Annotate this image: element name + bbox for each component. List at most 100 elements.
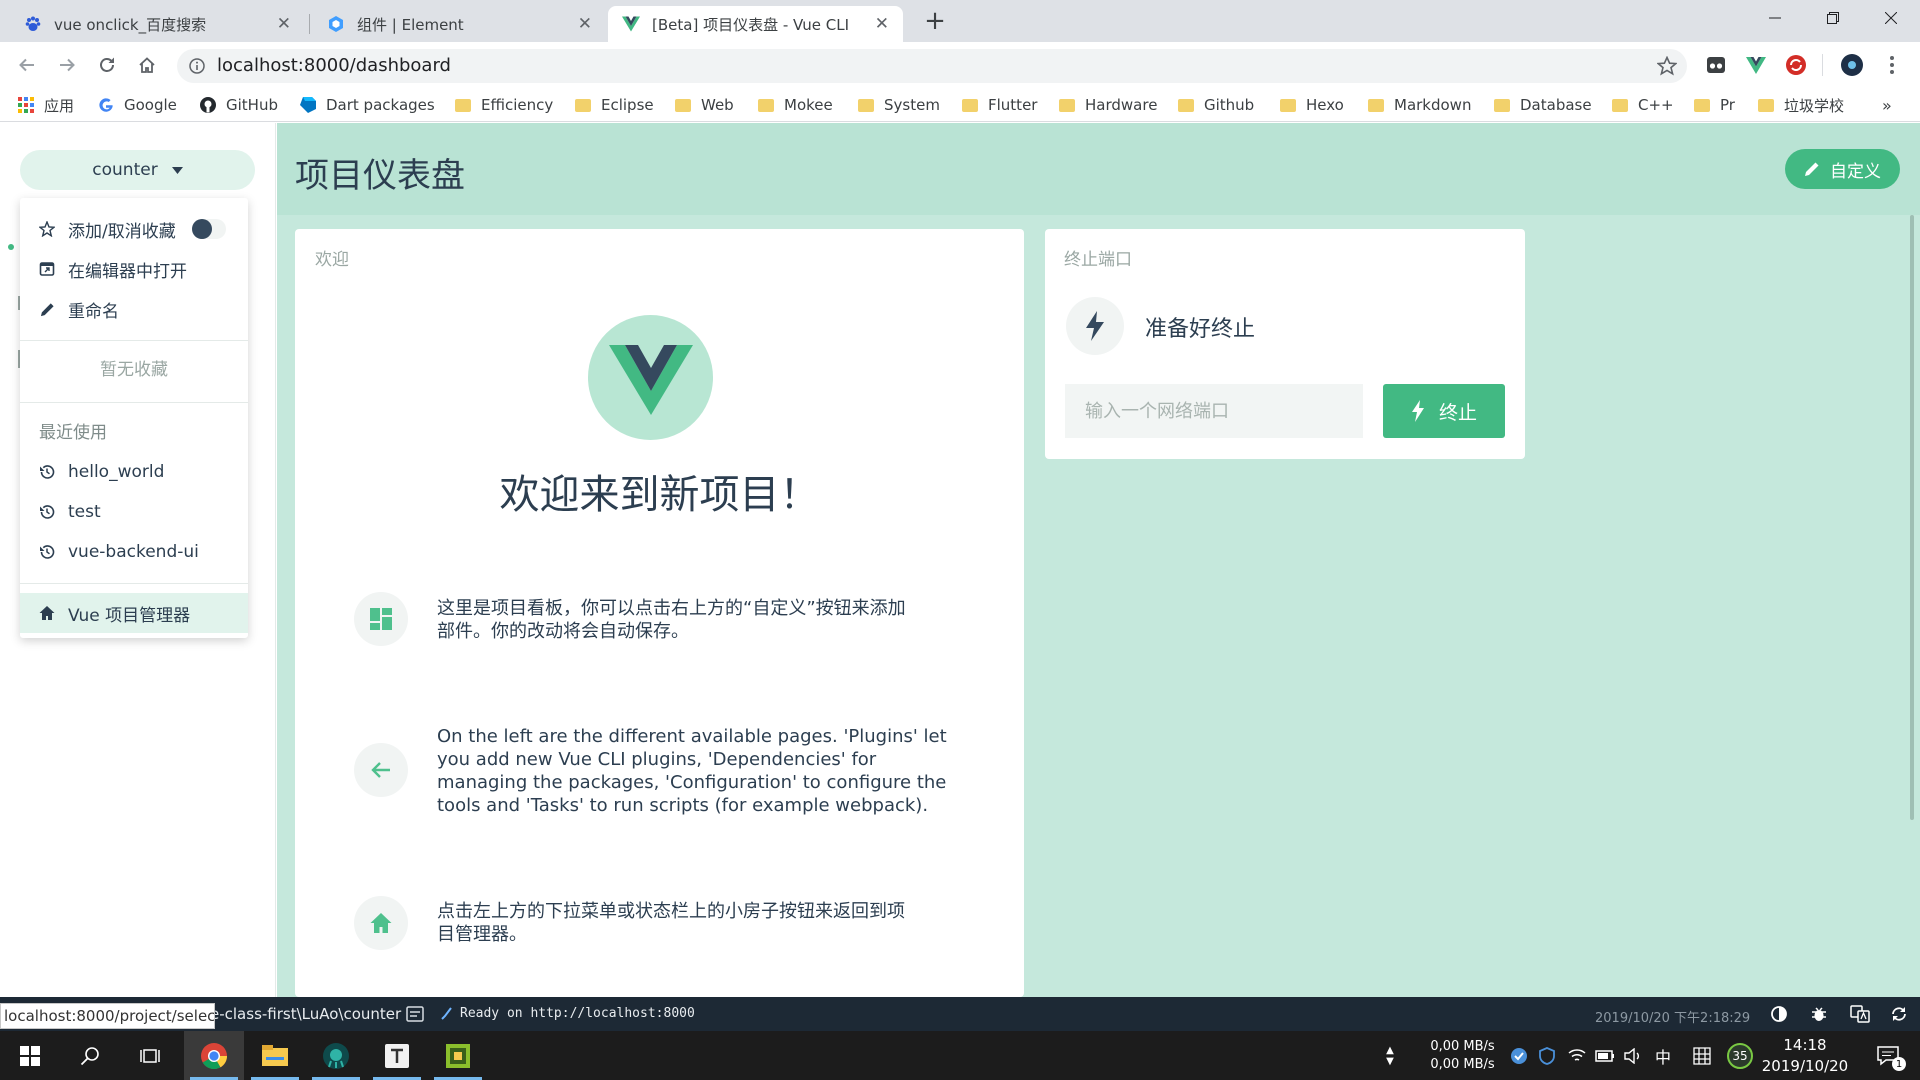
reload-icon[interactable] <box>94 52 120 78</box>
window-close-icon[interactable] <box>1868 6 1914 30</box>
search-icon[interactable] <box>60 1031 120 1080</box>
favorite-toggle[interactable] <box>192 219 226 239</box>
keyboard-grid-icon[interactable] <box>1690 1031 1714 1080</box>
vscode-folder-icon[interactable] <box>428 1031 488 1080</box>
ime-indicator[interactable]: 中 <box>1650 1031 1676 1080</box>
bookmark-folder-cpp[interactable]: C++ <box>1612 88 1674 122</box>
system-clock[interactable]: 14:18 2019/10/20 <box>1760 1031 1850 1080</box>
close-icon[interactable]: ✕ <box>875 14 889 34</box>
folder-icon <box>675 97 691 113</box>
bookmark-folder-efficiency[interactable]: Efficiency <box>455 88 553 122</box>
windows-start-icon[interactable] <box>0 1031 60 1080</box>
home-icon <box>38 604 56 622</box>
bookmarks-overflow-button[interactable]: » <box>1882 88 1892 122</box>
incognito-extension-icon[interactable] <box>1704 53 1728 77</box>
tip-navigation: On the left are the different available … <box>437 725 947 817</box>
menu-rename[interactable]: 重命名 <box>20 289 248 329</box>
refresh-icon[interactable] <box>1890 1005 1908 1023</box>
project-path[interactable]: e-class-first\LuAo\counter <box>210 1005 401 1023</box>
notification-center-icon[interactable]: 1 <box>1868 1031 1908 1080</box>
browser-tab-element[interactable]: 组件 | Element ✕ <box>313 6 606 42</box>
tip-line: On the left are the different available … <box>437 726 947 747</box>
browser-tab-vue-cli[interactable]: [Beta] 项目仪表盘 - Vue CLI ✕ <box>608 6 903 42</box>
translate-icon[interactable] <box>1850 1005 1870 1023</box>
dark-mode-icon[interactable] <box>1770 1005 1788 1023</box>
back-icon[interactable] <box>14 52 40 78</box>
browser-tab-baidu[interactable]: vue onclick_百度搜索 ✕ <box>10 6 305 42</box>
kill-status-text: 准备好终止 <box>1145 317 1256 342</box>
typora-icon[interactable] <box>367 1031 427 1080</box>
gitkraken-icon[interactable] <box>306 1031 366 1080</box>
bookmark-dart-packages[interactable]: Dart packages <box>300 88 435 122</box>
lastpass-extension-icon[interactable] <box>1784 53 1808 77</box>
bookmark-apps[interactable]: 应用 <box>18 88 74 122</box>
bookmark-star-icon[interactable] <box>1657 56 1677 76</box>
vue-tray-icon[interactable] <box>1506 1031 1532 1080</box>
bookmark-label: Google <box>124 96 177 114</box>
chrome-taskbar-icon[interactable] <box>184 1031 244 1080</box>
bookmark-folder-flutter[interactable]: Flutter <box>962 88 1037 122</box>
recent-section-label: 最近使用 <box>39 423 107 443</box>
project-select-dropdown[interactable]: counter <box>20 150 255 190</box>
bookmark-folder-school[interactable]: 垃圾学校 <box>1758 88 1844 122</box>
folder-icon <box>1178 97 1194 113</box>
kill-button-label: 终止 <box>1438 401 1477 424</box>
site-info-icon[interactable] <box>189 58 205 74</box>
page-title: 项目仪表盘 <box>295 156 465 196</box>
dashboard-grid-icon <box>354 592 408 646</box>
recent-project-test[interactable]: test <box>20 492 248 532</box>
address-bar[interactable]: localhost:8000/dashboard <box>177 49 1687 83</box>
wifi-icon[interactable] <box>1564 1031 1590 1080</box>
active-nav-indicator <box>8 244 14 250</box>
shield-icon[interactable] <box>1534 1031 1560 1080</box>
vue-devtools-icon[interactable] <box>1744 53 1768 77</box>
recent-project-vue-backend-ui[interactable]: vue-backend-ui <box>20 532 248 572</box>
bookmark-folder-mokee[interactable]: Mokee <box>758 88 833 122</box>
bookmark-folder-web[interactable]: Web <box>675 88 734 122</box>
console-icon[interactable] <box>406 1006 424 1022</box>
menu-open-in-editor[interactable]: 在编辑器中打开 <box>20 249 248 289</box>
bug-report-icon[interactable] <box>1810 1005 1828 1023</box>
page-header <box>277 123 1920 215</box>
app-status-bar: e-class-first\LuAo\counter Ready on http… <box>0 997 1920 1031</box>
log-message[interactable]: Ready on http://localhost:8000 <box>460 1006 695 1021</box>
profile-avatar-icon[interactable] <box>1840 53 1864 77</box>
bookmark-folder-database[interactable]: Database <box>1494 88 1592 122</box>
content-scrollbar[interactable] <box>1910 215 1914 820</box>
bookmark-folder-pr[interactable]: Pr <box>1694 88 1735 122</box>
kebab-menu-icon[interactable] <box>1880 53 1904 77</box>
recent-project-hello-world[interactable]: hello_world <box>20 452 248 492</box>
close-icon[interactable]: ✕ <box>578 14 592 34</box>
restore-icon[interactable] <box>1810 6 1856 30</box>
tray-overflow-icon[interactable]: ▲ ▼ <box>1380 1031 1400 1080</box>
task-view-icon[interactable] <box>120 1031 180 1080</box>
dropdown-arrow <box>130 190 146 198</box>
folder-icon <box>1368 97 1384 113</box>
bookmark-google[interactable]: Google <box>98 88 177 122</box>
menu-project-manager[interactable]: Vue 项目管理器 <box>20 593 248 633</box>
customize-button[interactable]: 自定义 <box>1785 149 1900 189</box>
bookmark-label: Pr <box>1720 96 1735 114</box>
bookmark-folder-eclipse[interactable]: Eclipse <box>575 88 654 122</box>
forward-icon[interactable] <box>54 52 80 78</box>
port-input[interactable] <box>1065 384 1363 438</box>
no-favorites-text: 暂无收藏 <box>100 360 168 380</box>
folder-icon <box>758 97 774 113</box>
bookmark-folder-markdown[interactable]: Markdown <box>1368 88 1471 122</box>
bookmark-github[interactable]: GitHub <box>200 88 278 122</box>
battery-icon[interactable] <box>1592 1031 1618 1080</box>
new-tab-button[interactable]: + <box>920 6 950 36</box>
close-icon[interactable]: ✕ <box>277 14 291 34</box>
home-icon[interactable] <box>134 52 160 78</box>
bookmark-folder-hardware[interactable]: Hardware <box>1059 88 1157 122</box>
bookmark-folder-github[interactable]: Github <box>1178 88 1254 122</box>
minimize-icon[interactable] <box>1752 6 1798 30</box>
menu-toggle-favorite[interactable]: 添加/取消收藏 <box>20 209 248 249</box>
kill-button[interactable]: 终止 <box>1383 384 1505 438</box>
net-up-speed: 0,00 MB/s <box>1430 1038 1495 1054</box>
badge-icon[interactable]: 35 <box>1726 1031 1754 1080</box>
bookmark-folder-system[interactable]: System <box>858 88 940 122</box>
file-explorer-icon[interactable] <box>245 1031 305 1080</box>
volume-icon[interactable] <box>1620 1031 1646 1080</box>
bookmark-folder-hexo[interactable]: Hexo <box>1280 88 1344 122</box>
